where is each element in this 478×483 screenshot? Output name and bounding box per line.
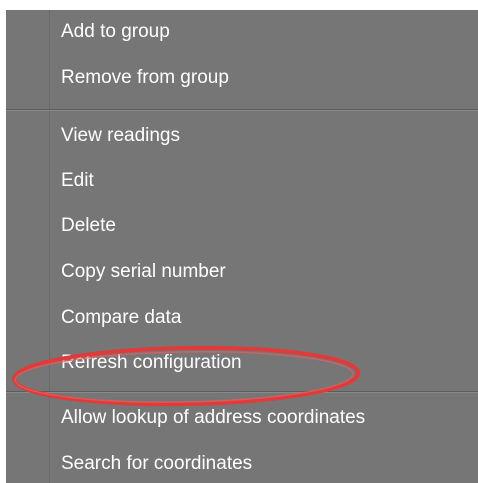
menu-item-delete[interactable]: Delete xyxy=(6,204,478,248)
menu-item-copy-serial-number[interactable]: Copy serial number xyxy=(6,250,478,294)
menu-item-label: Search for coordinates xyxy=(61,453,253,474)
menu-item-label: Refresh configuration xyxy=(61,352,242,373)
menu-item-label: Add to group xyxy=(61,21,170,42)
menu-item-label: Allow lookup of address coordinates xyxy=(61,407,366,428)
menu-item-edit[interactable]: Edit xyxy=(6,159,478,203)
menu-separator xyxy=(6,109,478,111)
menu-item-label: Remove from group xyxy=(61,67,229,88)
menu-item-label: View readings xyxy=(61,125,181,146)
menu-item-label: Copy serial number xyxy=(61,261,226,282)
menu-item-refresh-configuration[interactable]: Refresh configuration xyxy=(6,341,478,385)
menu-item-label: Delete xyxy=(61,215,116,236)
menu-separator xyxy=(6,391,478,393)
menu-item-compare-data[interactable]: Compare data xyxy=(6,296,478,340)
menu-item-add-to-group[interactable]: Add to group xyxy=(6,10,478,54)
menu-item-search-for-coordinates[interactable]: Search for coordinates xyxy=(6,442,478,483)
menu-item-view-readings[interactable]: View readings xyxy=(6,114,478,158)
menu-item-allow-lookup-of-address-coordinates[interactable]: Allow lookup of address coordinates xyxy=(6,396,478,440)
menu-item-remove-from-group[interactable]: Remove from group xyxy=(6,56,478,100)
menu-item-label: Compare data xyxy=(61,307,182,328)
menu-item-label: Edit xyxy=(61,170,94,191)
context-menu: Add to group Remove from group View read… xyxy=(6,10,478,483)
